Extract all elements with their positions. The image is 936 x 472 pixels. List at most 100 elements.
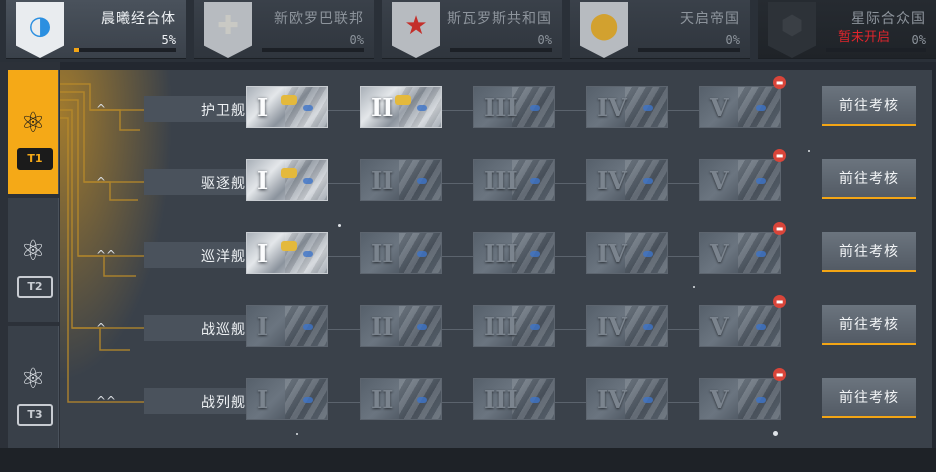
ship-tier-cell[interactable]: IV xyxy=(586,159,668,201)
ship-art-accent xyxy=(281,95,297,105)
ship-tier-cell[interactable]: III xyxy=(473,378,555,420)
ship-art-light xyxy=(643,105,653,111)
rank-chevron-icon: ^ xyxy=(96,321,107,335)
ship-class-row: ^ 战巡舰 I II III IV V ▬ 前往考核 xyxy=(60,295,932,359)
speck xyxy=(693,286,695,288)
faction-percent: 0% xyxy=(537,33,552,47)
tier-tab[interactable]: ⚛ T1 xyxy=(8,70,59,194)
ship-tier-cell[interactable]: V xyxy=(699,232,781,274)
tier-numeral: IV xyxy=(597,93,627,122)
ship-art-light xyxy=(530,105,540,111)
ship-art-light xyxy=(303,178,313,184)
ship-art-light xyxy=(643,178,653,184)
tier-numeral: I xyxy=(257,166,269,195)
ship-tier-cell[interactable]: IV xyxy=(586,232,668,274)
ship-tier-cell[interactable]: IV xyxy=(586,378,668,420)
lock-badge-icon: ▬ xyxy=(773,222,786,235)
tier-numeral: IV xyxy=(597,239,627,268)
faction-tab[interactable]: ⬢ 星际合众国 0% 暂未开启 xyxy=(758,0,936,59)
tier-label: T1 xyxy=(17,148,53,170)
faction-progress-bar xyxy=(450,48,552,52)
tier-numeral: III xyxy=(484,93,518,122)
ship-tier-cell[interactable]: IV xyxy=(586,86,668,128)
ship-art-light xyxy=(643,251,653,257)
faction-progress-bar xyxy=(638,48,740,52)
ship-art-light xyxy=(756,251,766,257)
red-star-emblem-icon: ★ xyxy=(392,2,440,58)
go-to-assessment-button[interactable]: 前往考核 xyxy=(822,305,916,345)
ship-class-name: 战列舰 xyxy=(201,395,246,411)
faction-percent: 5% xyxy=(161,33,176,47)
ship-tier-cell[interactable]: V xyxy=(699,378,781,420)
bottom-strip xyxy=(0,448,936,472)
faction-tab[interactable]: ◑ 晨曦经合体 5% xyxy=(6,0,186,59)
speck xyxy=(808,150,810,152)
ship-tier-cell[interactable]: I xyxy=(246,232,328,274)
tier-tab[interactable]: ⚛ T3 xyxy=(8,326,59,450)
ship-art-light xyxy=(756,105,766,111)
rank-chevron-icon: ^ xyxy=(96,102,107,116)
ship-class-row: ^ 护卫舰 I II III IV V ▬ 前往考核 xyxy=(60,76,932,140)
ship-class-name: 驱逐舰 xyxy=(201,176,246,192)
tier-numeral: II xyxy=(371,312,394,341)
ship-class-name: 护卫舰 xyxy=(201,103,246,119)
tier-tab[interactable]: ⚛ T2 xyxy=(8,198,59,322)
ship-tier-cell[interactable]: IV xyxy=(586,305,668,347)
faction-name: 新欧罗巴联邦 xyxy=(274,11,364,27)
rank-chevron-icon: ^ xyxy=(96,175,107,189)
tier-label: T3 xyxy=(17,404,53,426)
tier-numeral: III xyxy=(484,312,518,341)
ship-tier-cell[interactable]: II xyxy=(360,159,442,201)
ship-class-row: ^^ 战列舰 I II III IV V ▬ 前往考核 xyxy=(60,368,932,432)
tier-numeral: II xyxy=(371,239,394,268)
ship-tier-cell[interactable]: II xyxy=(360,305,442,347)
ship-tier-cell[interactable]: V xyxy=(699,159,781,201)
ship-tier-cell[interactable]: III xyxy=(473,305,555,347)
ship-tier-cell[interactable]: V xyxy=(699,305,781,347)
go-to-assessment-button[interactable]: 前往考核 xyxy=(822,159,916,199)
ship-art-light xyxy=(643,324,653,330)
speck xyxy=(773,431,778,436)
tier-numeral: V xyxy=(710,239,729,268)
go-to-assessment-button[interactable]: 前往考核 xyxy=(822,378,916,418)
rank-chevron-icon: ^^ xyxy=(96,394,117,408)
faction-tab[interactable]: ★ 斯瓦罗斯共和国 0% xyxy=(382,0,562,59)
go-to-assessment-button[interactable]: 前往考核 xyxy=(822,86,916,126)
emblem-glyph: ★ xyxy=(404,11,428,41)
ship-art-light xyxy=(303,105,313,111)
ship-tier-cell[interactable]: III xyxy=(473,86,555,128)
tier-numeral: IV xyxy=(597,312,627,341)
faction-progress-bar xyxy=(262,48,364,52)
faction-percent: 0% xyxy=(911,33,926,47)
ship-class-row: ^^ 巡洋舰 I II III IV V ▬ 前往考核 xyxy=(60,222,932,286)
ship-art-light xyxy=(756,397,766,403)
ship-art-light xyxy=(643,397,653,403)
emblem-glyph: ◑ xyxy=(28,11,52,41)
tier-numeral: V xyxy=(710,166,729,195)
go-to-assessment-button[interactable]: 前往考核 xyxy=(822,232,916,272)
ship-tier-cell[interactable]: I xyxy=(246,378,328,420)
atom-icon: ⚛ xyxy=(20,362,46,395)
ship-tier-cell[interactable]: III xyxy=(473,232,555,274)
ship-class-row: ^ 驱逐舰 I II III IV V ▬ 前往考核 xyxy=(60,149,932,213)
ship-art-accent xyxy=(281,168,297,178)
speck xyxy=(296,433,298,435)
ship-tier-cell[interactable]: V xyxy=(699,86,781,128)
tier-tabs: ⚛ T1 ⚛ T2 ⚛ T3 xyxy=(0,62,60,450)
ship-tier-cell[interactable]: I xyxy=(246,159,328,201)
atom-icon: ⚛ xyxy=(20,234,46,267)
faction-tab[interactable]: ⬤ 天启帝国 0% xyxy=(570,0,750,59)
ship-tier-cell[interactable]: II xyxy=(360,378,442,420)
ship-art-light xyxy=(530,397,540,403)
ship-tier-cell[interactable]: II xyxy=(360,86,442,128)
lock-badge-icon: ▬ xyxy=(773,295,786,308)
ship-tier-cell[interactable]: I xyxy=(246,86,328,128)
tier-numeral: IV xyxy=(597,385,627,414)
ship-art-light xyxy=(303,397,313,403)
faction-progress-bar xyxy=(74,48,176,52)
ship-tier-cell[interactable]: I xyxy=(246,305,328,347)
ship-tier-cell[interactable]: III xyxy=(473,159,555,201)
faction-name: 天启帝国 xyxy=(680,11,740,27)
ship-tier-cell[interactable]: II xyxy=(360,232,442,274)
faction-tab[interactable]: ✚ 新欧罗巴联邦 0% xyxy=(194,0,374,59)
